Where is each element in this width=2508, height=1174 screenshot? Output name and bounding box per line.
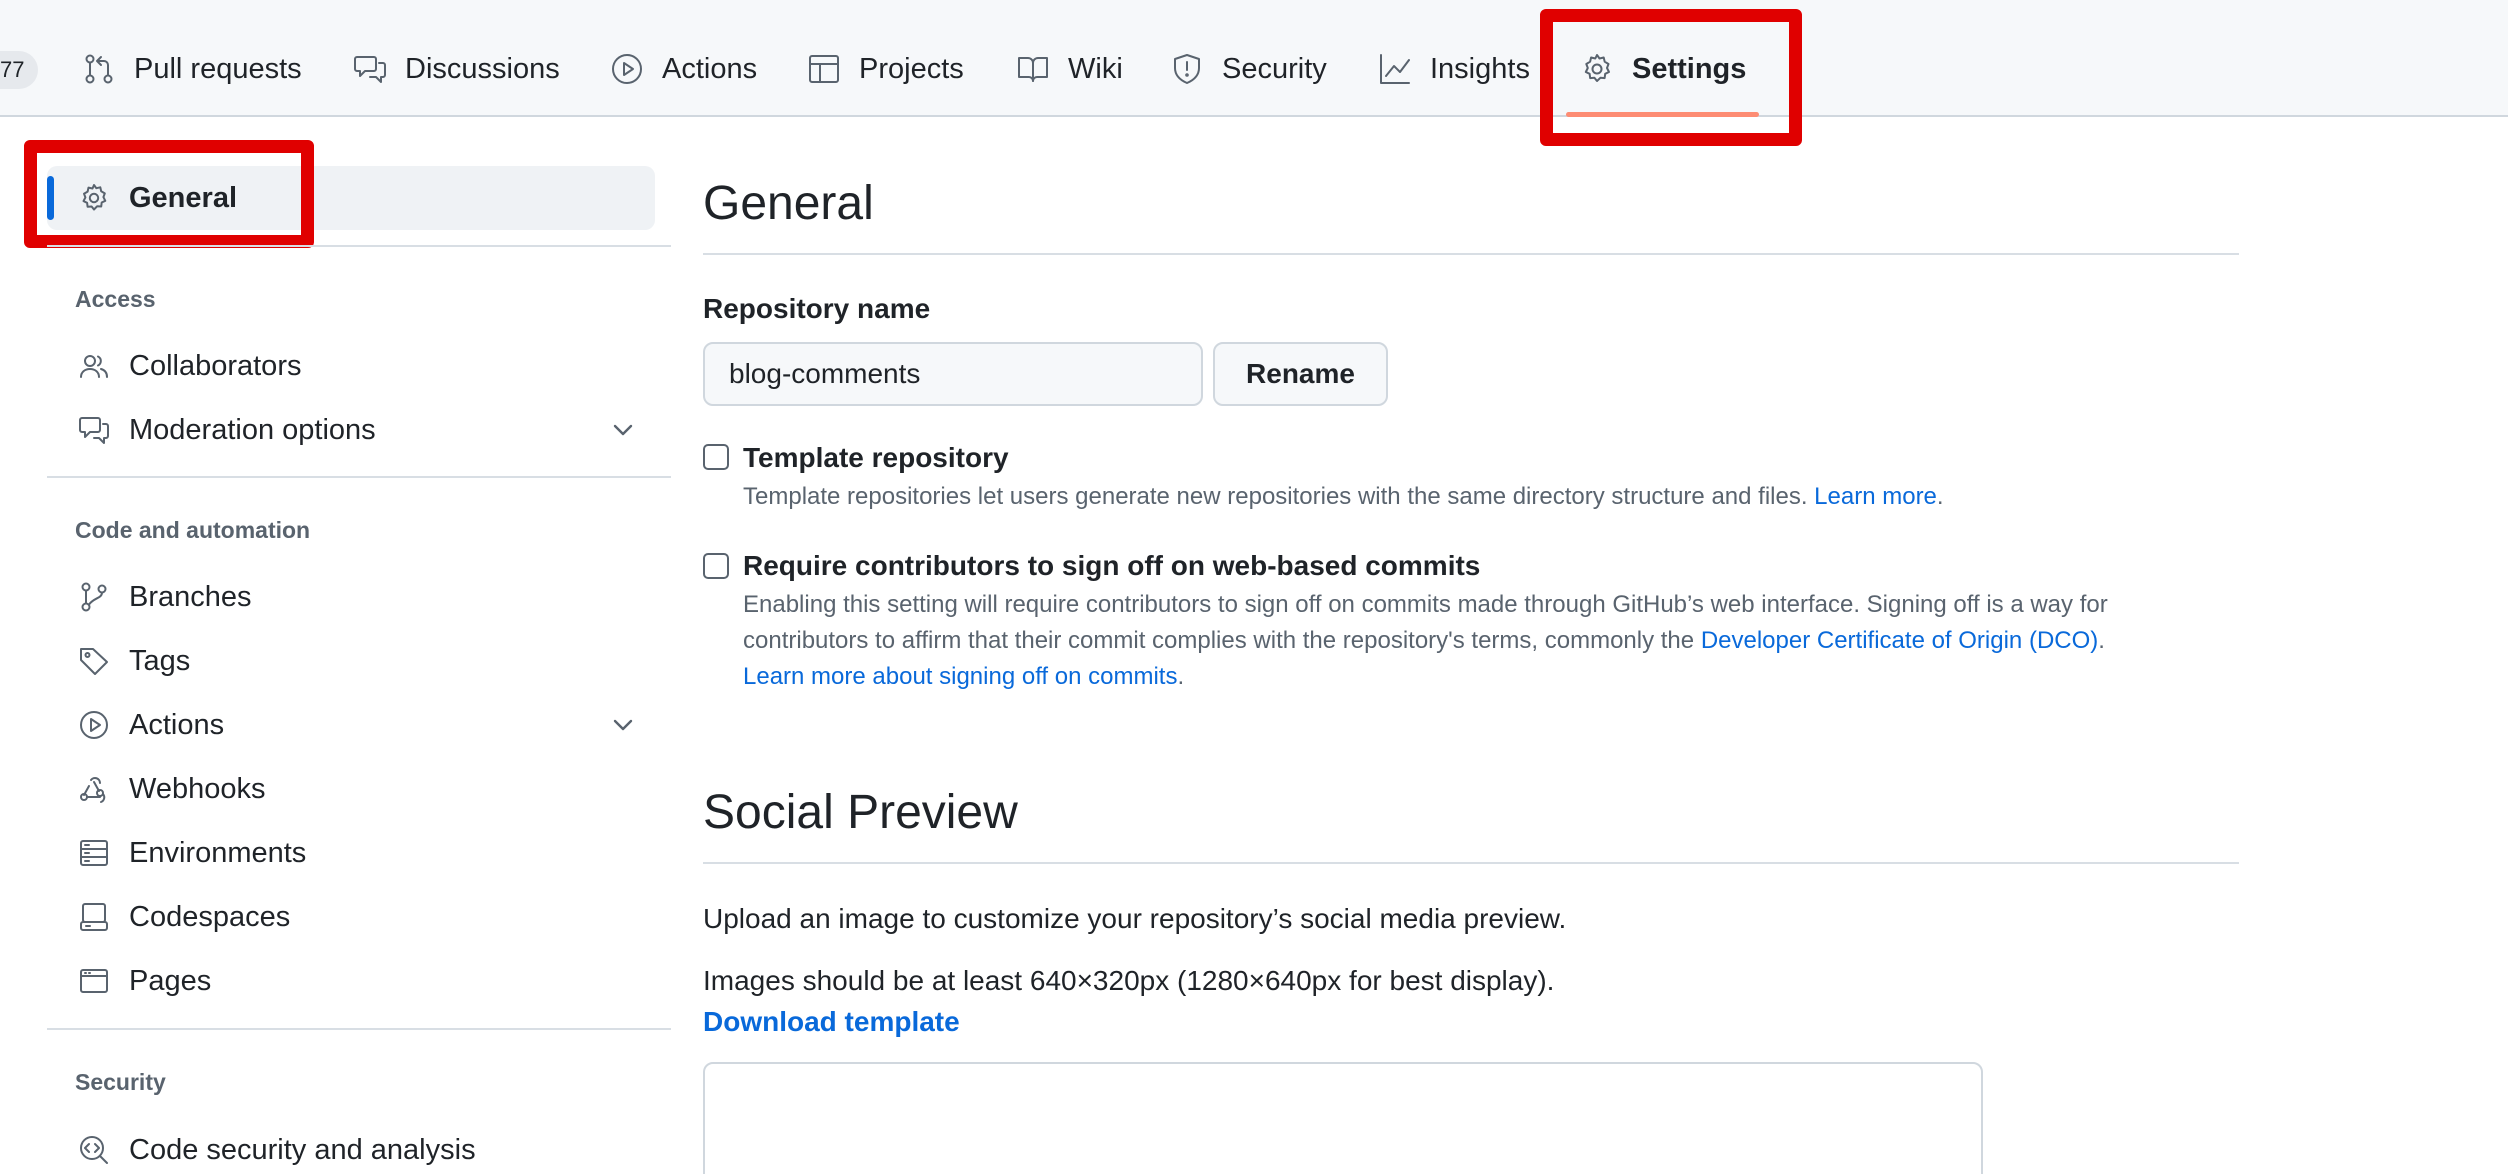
- graph-icon: [1380, 54, 1410, 84]
- play-icon: [80, 711, 108, 739]
- social-preview-divider: [703, 862, 2239, 864]
- social-preview-image-box[interactable]: [703, 1062, 1983, 1174]
- comment-discussion-icon: [79, 417, 109, 444]
- template-repository-description: Template repositories let users generate…: [743, 483, 1944, 510]
- chevron-down-icon[interactable]: [607, 709, 639, 741]
- template-repository-label: Template repository: [743, 442, 1009, 473]
- signoff-description: Enabling this setting will require contr…: [743, 591, 2108, 690]
- download-template-link[interactable]: Download template: [703, 1006, 960, 1038]
- shield-icon: [1174, 54, 1200, 84]
- pull-request-icon: [85, 54, 113, 84]
- chevron-down-icon[interactable]: [607, 414, 639, 446]
- server-icon: [80, 840, 108, 866]
- sidebar-item-pages[interactable]: Pages: [78, 961, 211, 1001]
- counter-badge: 77: [0, 51, 39, 89]
- sidebar-heading-security: Security: [75, 1069, 166, 1095]
- sidebar-item-code-security-and-analysis[interactable]: Code security and analysis: [78, 1130, 476, 1170]
- git-branch-icon: [81, 582, 107, 612]
- browser-icon: [80, 969, 108, 993]
- tab-projects[interactable]: Projects: [807, 44, 964, 94]
- repository-name-label: Repository name: [703, 293, 931, 324]
- sidebar-item-codespaces[interactable]: Codespaces: [78, 897, 290, 937]
- tab-security[interactable]: Security: [1170, 44, 1327, 94]
- sidebar-item-moderation-options[interactable]: Moderation options: [78, 410, 376, 450]
- sidebar-heading-access: Access: [75, 286, 156, 312]
- title-divider: [703, 253, 2239, 255]
- tab-discussions[interactable]: Discussions: [353, 44, 560, 94]
- sidebar-item-webhooks[interactable]: Webhooks: [78, 769, 266, 809]
- sidebar-item-actions[interactable]: Actions: [78, 705, 224, 745]
- people-icon: [80, 355, 108, 378]
- tab-pull-requests[interactable]: Pull requests: [82, 44, 302, 94]
- signoff-checkbox[interactable]: [703, 553, 729, 579]
- sidebar-divider: [47, 245, 671, 247]
- repository-name-input[interactable]: [703, 342, 1203, 406]
- discussions-icon: [354, 56, 386, 83]
- codescan-icon: [80, 1136, 108, 1164]
- table-icon: [809, 55, 839, 83]
- general-highlight-box: [24, 140, 314, 248]
- rename-button[interactable]: Rename: [1213, 342, 1388, 406]
- sidebar-heading-code-and-automation: Code and automation: [75, 517, 311, 543]
- tag-icon: [80, 648, 108, 675]
- tab-wiki[interactable]: Wiki: [1016, 44, 1123, 94]
- template-repository-checkbox[interactable]: [703, 444, 729, 470]
- codespaces-icon: [80, 903, 108, 931]
- sidebar-item-tags[interactable]: Tags: [78, 641, 190, 681]
- signoff-label: Require contributors to sign off on web-…: [743, 550, 1481, 581]
- signoff-learn-more-link[interactable]: Learn more about signing off on commits: [743, 663, 1177, 690]
- tab-actions[interactable]: Actions: [610, 44, 757, 94]
- social-preview-size-text: Images should be at least 640×320px (128…: [703, 965, 1555, 996]
- book-icon: [1018, 57, 1048, 82]
- settings-highlight-box: [1540, 9, 1802, 146]
- sidebar-item-environments[interactable]: Environments: [78, 833, 306, 873]
- social-preview-title: Social Preview: [703, 786, 1018, 839]
- sidebar-item-branches[interactable]: Branches: [78, 577, 252, 617]
- sidebar-divider: [47, 476, 671, 478]
- webhook-icon: [80, 777, 106, 803]
- page-title: General: [703, 177, 874, 230]
- social-preview-text: Upload an image to customize your reposi…: [703, 903, 1567, 934]
- sidebar-item-collaborators[interactable]: Collaborators: [78, 346, 301, 386]
- repo-nav: 77 Pull requests Discussions Actions Pro…: [0, 0, 2508, 117]
- dco-link[interactable]: Developer Certificate of Origin (DCO): [1701, 627, 2098, 654]
- learn-more-link[interactable]: Learn more: [1814, 483, 1937, 510]
- sidebar-divider: [47, 1028, 671, 1030]
- tab-insights[interactable]: Insights: [1378, 44, 1530, 94]
- play-icon: [612, 54, 642, 84]
